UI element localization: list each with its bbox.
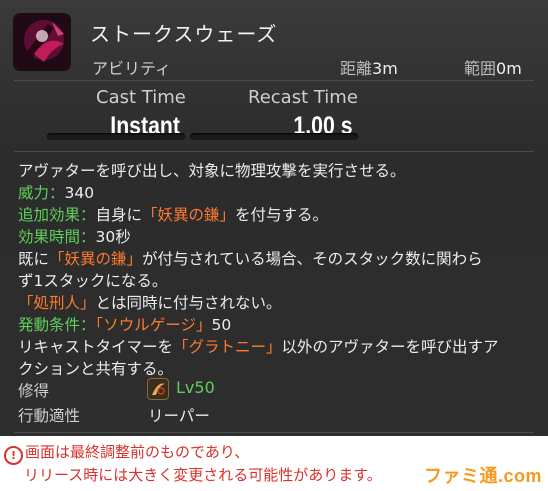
action-tooltip: ストークスウェーズ アビリティ 距離3m 範囲0m Cast Time Inst… (0, 0, 548, 491)
soul-gauge-name: 「ソウルゲージ」 (95, 316, 212, 334)
desc-line: クションと共有する。 (18, 360, 174, 378)
desc-line: 「処刑人」とは同時に付与されない。 (18, 292, 533, 314)
desc-text: を付与する。 (235, 206, 329, 224)
desc-text: リキャストタイマーを (18, 338, 174, 356)
range-value: 3m (372, 59, 398, 78)
radius-value: 0m (496, 59, 522, 78)
development-note: ! 画面は最終調整前のものであり、 リリース時には大きく変更される可能性があります… (4, 442, 382, 486)
acquired-level: Lv50 (176, 378, 215, 397)
additional-effect-label: 追加効果： (18, 206, 96, 224)
affinity-label: 行動適性 (18, 407, 81, 425)
action-icon (14, 14, 70, 70)
potency-line: 威力：340 (18, 182, 533, 204)
desc-text: 自身に (95, 206, 143, 224)
cast-time-label: Cast Time (96, 87, 186, 108)
status-gluttony: 「グラトニー」 (173, 338, 282, 356)
duration-label: 効果時間： (18, 228, 96, 246)
potency-label: 威力： (18, 184, 65, 202)
affinity-value: リーパー (148, 407, 210, 425)
footer-divider (14, 432, 534, 433)
potency-value: 340 (64, 184, 95, 202)
desc-line: リキャストタイマーを「グラトニー」以外のアヴァターを呼び出すア (18, 336, 533, 358)
condition-label: 発動条件： (18, 316, 96, 334)
range-label: 距離 (340, 59, 373, 78)
desc-text: が付与されている場合、そのスタック数に関わら (142, 250, 483, 268)
range-info: 距離3m (340, 55, 398, 79)
desc-line: アヴァターを呼び出し、対象に物理攻撃を実行させる。 (18, 162, 406, 180)
status-soul-reaver: 「妖異の鎌」 (142, 206, 236, 224)
status-soul-reaver: 「妖異の鎌」 (49, 250, 143, 268)
status-executioner: 「処刑人」 (18, 294, 96, 312)
recast-time-label: Recast Time (248, 87, 358, 108)
site-logo: ファミ通.com (423, 466, 542, 486)
header-divider (14, 80, 534, 81)
action-name: ストークスウェーズ (90, 22, 278, 46)
times-divider (14, 151, 534, 152)
cast-time-bar (47, 133, 185, 140)
additional-effect-line: 追加効果：自身に「妖異の鎌」を付与する。 (18, 204, 533, 226)
note-line: リリース時には大きく変更される可能性があります。 (4, 465, 382, 486)
recast-time-bar (190, 133, 358, 140)
acquired-label: 修得 (18, 382, 50, 400)
soul-gauge-value: 50 (211, 316, 232, 334)
radius-label: 範囲 (464, 59, 497, 78)
note-text: リリース時には大きく変更される可能性があります。 (24, 466, 382, 484)
action-category: アビリティ (92, 59, 172, 78)
job-icon (148, 379, 168, 399)
duration-line: 効果時間：30秒 (18, 226, 533, 248)
note-line: ! 画面は最終調整前のものであり、 (4, 442, 382, 465)
desc-line: 既に「妖異の鎌」が付与されている場合、そのスタック数に関わら (18, 248, 533, 270)
note-text: 画面は最終調整前のものであり、 (25, 443, 250, 461)
warning-icon: ! (4, 446, 23, 465)
desc-text: 以外のアヴァターを呼び出すア (281, 338, 499, 356)
radius-info: 範囲0m (464, 55, 522, 79)
desc-text: とは同時に付与されない。 (95, 294, 282, 312)
desc-text: 既に (18, 250, 50, 268)
action-description: アヴァターを呼び出し、対象に物理攻撃を実行させる。 威力：340 追加効果：自身… (18, 160, 533, 380)
desc-line: ず1スタックになる。 (18, 272, 168, 290)
duration-value: 30秒 (95, 228, 131, 246)
condition-line: 発動条件：「ソウルゲージ」50 (18, 314, 533, 336)
